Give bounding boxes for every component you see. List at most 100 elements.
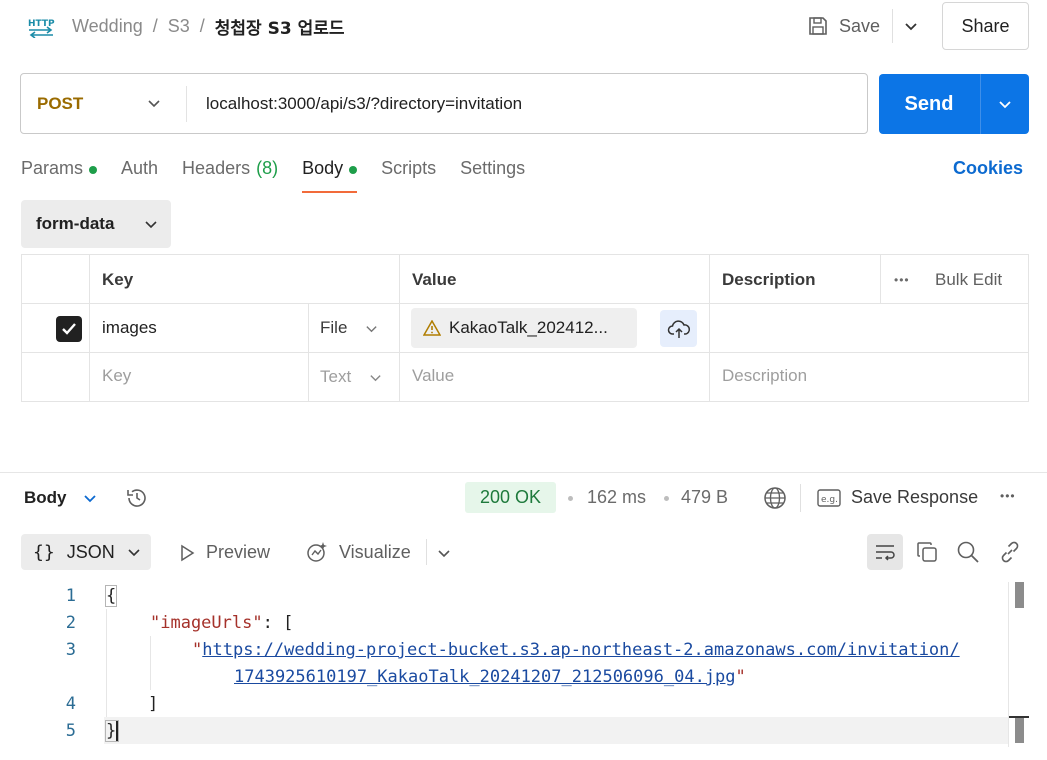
- upload-file-button[interactable]: [660, 310, 697, 347]
- cookies-link[interactable]: Cookies: [953, 158, 1023, 179]
- save-options-button[interactable]: [893, 8, 929, 44]
- image-url-link[interactable]: https://wedding-project-bucket.s3.ap-nor…: [202, 640, 959, 660]
- response-format-select[interactable]: {} JSON: [21, 534, 151, 570]
- indicator-dot: [349, 166, 358, 174]
- chevron-down-icon: [905, 23, 917, 31]
- response-json-viewer[interactable]: 1 2 3 4 5 { "imageUrls": [ "https://wedd…: [0, 582, 1047, 752]
- body-type-select[interactable]: form-data: [21, 200, 171, 248]
- code-line: "https://wedding-project-bucket.s3.ap-no…: [192, 640, 960, 660]
- more-options-icon[interactable]: •••: [894, 255, 910, 304]
- tab-scripts[interactable]: Scripts: [381, 158, 436, 194]
- bulk-edit-button[interactable]: Bulk Edit: [935, 255, 1002, 304]
- visualize-button[interactable]: Visualize: [305, 540, 411, 564]
- divider: [22, 303, 1028, 304]
- chevron-down-icon: [145, 221, 157, 229]
- send-options-button[interactable]: [981, 74, 1029, 134]
- code-line: {: [104, 585, 118, 607]
- divider: [89, 255, 90, 401]
- request-name[interactable]: 청첩장 S3 업로드: [215, 14, 345, 39]
- quote: ": [735, 667, 746, 687]
- history-icon[interactable]: [124, 485, 150, 511]
- column-header-value: Value: [412, 269, 457, 289]
- new-key-field[interactable]: Key: [102, 353, 131, 399]
- tab-label: Scripts: [381, 158, 437, 178]
- scrollbar-thumb[interactable]: [1015, 717, 1024, 743]
- form-data-table: Key Value Description ••• Bulk Edit imag…: [21, 254, 1029, 402]
- chevron-down-icon: [366, 325, 378, 332]
- response-time[interactable]: 162 ms: [587, 487, 646, 508]
- column-header-description: Description: [722, 269, 816, 289]
- format-label: JSON: [66, 541, 115, 562]
- new-type-select[interactable]: Text: [320, 353, 400, 401]
- save-group: Save: [807, 8, 929, 44]
- headers-count: (8): [256, 158, 279, 178]
- send-button[interactable]: Send: [879, 74, 979, 134]
- scrollbar-thumb[interactable]: [1015, 582, 1024, 608]
- save-response-button[interactable]: e.g. Save Response: [817, 487, 978, 508]
- chevron-down-icon: [370, 374, 381, 381]
- new-description-field[interactable]: Description: [722, 353, 807, 399]
- code-line: ]: [148, 694, 158, 714]
- divider: [426, 539, 427, 565]
- response-size[interactable]: 479 B: [681, 487, 728, 508]
- chevron-down-icon[interactable]: [437, 546, 451, 560]
- current-line-highlight: [104, 717, 1009, 744]
- preview-label: Preview: [206, 542, 271, 562]
- file-chip[interactable]: KakaoTalk_202412...: [411, 308, 637, 348]
- chevron-down-icon[interactable]: [147, 96, 161, 110]
- braces-icon: {}: [33, 541, 55, 563]
- breadcrumb-separator: /: [199, 16, 205, 36]
- divider: [709, 255, 710, 401]
- save-button[interactable]: Save: [807, 15, 892, 37]
- url-bar: POST localhost:3000/api/s3/?directory=in…: [20, 73, 868, 134]
- http-request-icon: HTTP: [27, 14, 55, 38]
- line-number: 3: [65, 640, 76, 660]
- tab-headers[interactable]: Headers (8): [182, 158, 278, 194]
- open-brace: {: [104, 585, 118, 607]
- send-button-group: Send: [879, 74, 1029, 134]
- type-label: File: [320, 318, 348, 337]
- tab-settings[interactable]: Settings: [460, 158, 525, 194]
- cloud-upload-icon: [667, 319, 690, 338]
- body-type-label: form-data: [36, 214, 115, 233]
- wrap-icon: [876, 545, 895, 561]
- row-enabled-checkbox[interactable]: [56, 316, 82, 342]
- json-punct: : [: [262, 613, 294, 633]
- tab-label: Headers: [182, 158, 251, 178]
- breadcrumb-folder[interactable]: S3: [168, 16, 190, 37]
- image-url-link[interactable]: 1743925610197_KakaoTalk_20241207_2125060…: [234, 667, 736, 687]
- type-label: Text: [320, 367, 352, 386]
- method-select[interactable]: POST: [37, 74, 83, 133]
- tab-body[interactable]: Body: [302, 158, 358, 194]
- line-number: 4: [65, 694, 76, 714]
- separator-dot: [568, 496, 573, 501]
- wrap-lines-button[interactable]: [867, 534, 903, 570]
- url-input[interactable]: localhost:3000/api/s3/?directory=invitat…: [206, 74, 522, 133]
- divider: [22, 352, 1028, 353]
- preview-button[interactable]: Preview: [178, 542, 270, 563]
- more-options-icon[interactable]: •••: [1000, 489, 1016, 503]
- search-icon[interactable]: [956, 540, 980, 564]
- scroll-marker: [1009, 716, 1029, 718]
- breadcrumb-separator: /: [152, 16, 158, 36]
- visualize-icon: [307, 542, 327, 562]
- tab-params[interactable]: Params: [21, 158, 98, 194]
- response-body-label: Body: [24, 488, 67, 507]
- response-body-select[interactable]: Body: [24, 487, 97, 509]
- share-button[interactable]: Share: [942, 2, 1029, 50]
- tab-auth[interactable]: Auth: [121, 158, 158, 194]
- copy-icon[interactable]: [915, 540, 939, 564]
- code-line: "imageUrls": [: [150, 613, 293, 633]
- close-brace: }: [104, 720, 120, 742]
- type-select[interactable]: File: [320, 304, 400, 352]
- breadcrumb-collection[interactable]: Wedding: [72, 16, 143, 37]
- link-icon[interactable]: [998, 540, 1022, 564]
- warning-icon: [423, 320, 441, 336]
- status-badge[interactable]: 200 OK: [465, 482, 556, 513]
- new-value-field[interactable]: Value: [412, 353, 454, 399]
- globe-icon[interactable]: [762, 485, 788, 511]
- request-tabs: Params Auth Headers (8) Body Scripts Set…: [21, 158, 549, 194]
- scrollbar-track: [1008, 582, 1009, 747]
- key-field[interactable]: images: [102, 304, 157, 352]
- tab-label: Settings: [460, 158, 526, 178]
